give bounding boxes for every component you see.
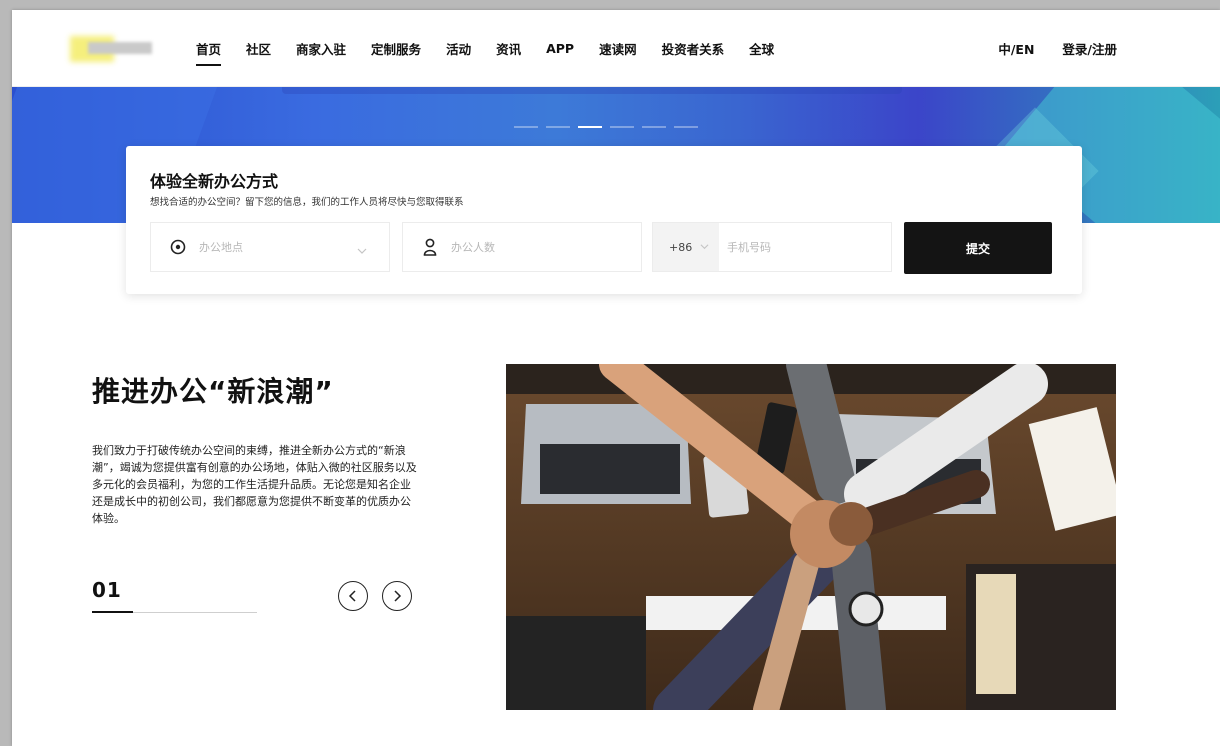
nav-global[interactable]: 全球 <box>749 39 774 58</box>
nav-app[interactable]: APP <box>546 41 574 56</box>
carousel-dot[interactable] <box>610 126 634 128</box>
nav-community[interactable]: 社区 <box>246 39 271 58</box>
carousel-dot[interactable] <box>514 126 538 128</box>
team-fist-bump-photo <box>506 364 1116 710</box>
headcount-placeholder: 办公人数 <box>451 241 495 254</box>
location-placeholder: 办公地点 <box>199 241 243 254</box>
carousel-dot[interactable] <box>674 126 698 128</box>
inquiry-form: 体验全新办公方式 想找合适的办公空间？留下您的信息，我们的工作人员将尽快与您取得… <box>126 146 1082 294</box>
section-title: 推进办公“新浪潮” <box>92 375 334 408</box>
nav-home[interactable]: 首页 <box>196 39 222 66</box>
arrow-left-icon <box>348 590 356 602</box>
country-code-value: +86 <box>669 240 693 254</box>
site-header: 首页 社区 商家入驻 定制服务 活动 资讯 APP 速读网 投资者关系 全球 中… <box>12 10 1220 87</box>
login-register-link[interactable]: 登录/注册 <box>1062 39 1117 58</box>
slide-progress-track <box>92 611 257 613</box>
submit-button[interactable]: 提交 <box>904 222 1052 274</box>
nav-speedread[interactable]: 速读网 <box>599 39 637 58</box>
nav-events[interactable]: 活动 <box>446 39 471 58</box>
nav-custom-service[interactable]: 定制服务 <box>371 39 421 58</box>
carousel-indicators <box>514 126 698 128</box>
form-subtitle: 想找合适的办公空间？留下您的信息，我们的工作人员将尽快与您取得联系 <box>150 197 464 208</box>
main-nav: 首页 社区 商家入驻 定制服务 活动 资讯 APP 速读网 投资者关系 全球 <box>196 10 799 86</box>
section-description: 我们致力于打破传统办公空间的束缚，推进全新办公方式的“新浪潮”，竭诚为您提供富有… <box>92 444 417 525</box>
carousel-dot[interactable] <box>546 126 570 128</box>
nav-merchant[interactable]: 商家入驻 <box>296 39 346 58</box>
slide-counter: 01 <box>92 578 122 602</box>
person-icon <box>419 238 441 256</box>
carousel-dot[interactable] <box>642 126 666 128</box>
office-location-select[interactable]: 办公地点 <box>150 222 390 272</box>
headcount-input[interactable]: 办公人数 <box>402 222 642 272</box>
language-switch[interactable]: 中/EN <box>998 39 1034 58</box>
site-logo[interactable] <box>70 36 162 62</box>
chevron-down-icon <box>700 241 709 254</box>
header-actions: 中/EN 登录/注册 <box>970 10 1117 86</box>
form-title: 体验全新办公方式 <box>150 172 279 191</box>
chevron-down-icon <box>357 241 367 260</box>
prev-slide-button[interactable] <box>338 581 368 611</box>
phone-number-field[interactable]: 手机号码 <box>727 239 771 255</box>
slide-progress-bar <box>92 611 134 613</box>
next-slide-button[interactable] <box>382 581 412 611</box>
nav-investor-relations[interactable]: 投资者关系 <box>662 39 725 58</box>
location-pin-icon <box>167 239 189 255</box>
browser-page: 首页 社区 商家入驻 定制服务 活动 资讯 APP 速读网 投资者关系 全球 中… <box>12 10 1220 746</box>
carousel-dot[interactable] <box>578 126 602 128</box>
arrow-right-icon <box>394 590 402 602</box>
country-code-select[interactable]: +86 <box>653 223 719 271</box>
nav-news[interactable]: 资讯 <box>496 39 521 58</box>
phone-input-group: +86 手机号码 <box>652 222 892 272</box>
